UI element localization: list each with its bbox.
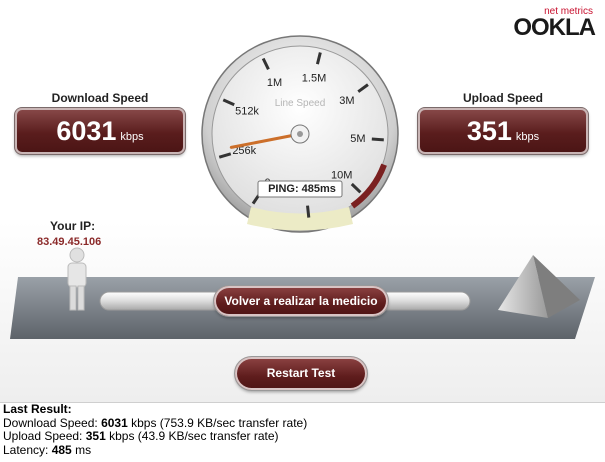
download-speed-label: Download Speed (51, 91, 149, 105)
result-download-prefix: Download Speed: (3, 415, 102, 430)
gauge-tick (306, 205, 311, 218)
gauge-tick-label: 3M (339, 95, 354, 107)
result-upload-suffix: kbps (43.9 KB/sec transfer rate) (105, 429, 279, 443)
remeasure-button[interactable]: Volver a realizar la medicio (214, 286, 388, 316)
upload-speed-unit: kbps (515, 131, 540, 143)
last-result-panel: Last Result: Download Speed: 6031 kbps (… (3, 402, 308, 458)
result-upload-line: Upload Speed: 351 kbps (43.9 KB/sec tran… (3, 429, 307, 444)
gauge-tick (371, 137, 384, 142)
speed-gauge: 0256k512k1M1.5M3M5M10M20M+ Line Speed (201, 35, 399, 233)
result-download-suffix: kbps (753.9 KB/sec transfer rate) (127, 415, 308, 430)
result-upload-prefix: Upload Speed: (3, 429, 86, 443)
last-result-heading: Last Result: (3, 402, 72, 416)
upload-speed-display: 351 kbps (418, 108, 588, 154)
upload-speed-label: Upload Speed (462, 91, 543, 105)
result-latency-suffix: ms (71, 442, 92, 457)
result-latency-value: 485 (51, 442, 72, 457)
result-download-line: Download Speed: 6031 kbps (753.9 KB/sec … (3, 415, 308, 431)
speedtest-panel: net metrics OOKLA Download Speed 6031 kb… (0, 0, 605, 403)
result-latency-line: Latency: 485 ms (3, 442, 307, 458)
gauge-tick-label: 5M (350, 133, 365, 145)
upload-speed-value: 351 (466, 116, 512, 146)
gauge-tick-label: 1M (267, 77, 282, 89)
result-download-value: 6031 (101, 415, 128, 430)
restart-test-button[interactable]: Restart Test (235, 357, 367, 390)
ping-readout: PING: 485ms (268, 183, 336, 195)
download-speed-unit: kbps (120, 131, 144, 143)
result-latency-prefix: Latency: (3, 442, 52, 457)
download-speed-value: 6031 (56, 116, 117, 146)
download-speed-display: 6031 kbps (15, 108, 185, 154)
gauge-title: Line Speed (275, 98, 326, 109)
user-figure (67, 247, 87, 311)
gauge-tick-label: 512k (235, 105, 259, 117)
ip-label: Your IP: (50, 219, 96, 233)
ip-value: 83.49.45.106 (37, 236, 102, 248)
gauge-tick-label: 10M (331, 169, 352, 181)
gauge-tick-label: 1.5M (302, 73, 326, 85)
result-upload-value: 351 (85, 429, 106, 443)
